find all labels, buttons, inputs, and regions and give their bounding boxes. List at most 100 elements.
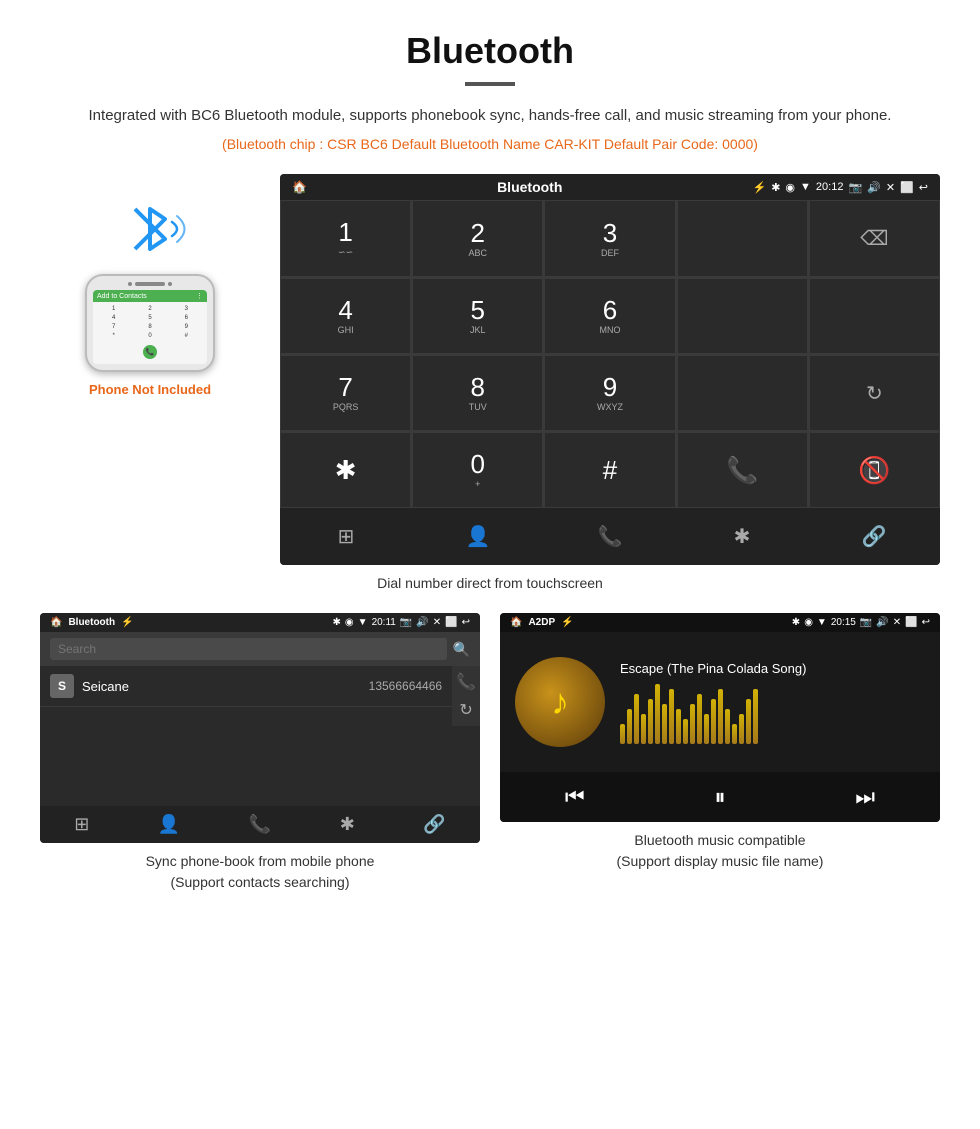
pb-btn-dialpad[interactable]: ⊞ <box>74 814 89 835</box>
bluetooth-status-icon: ✱ <box>771 181 780 194</box>
statusbar-right: ⚡ ✱ ◉ ▼ 20:12 📷 🔊 ✕ ⬜ ↩ <box>753 181 929 194</box>
music-caption: Bluetooth music compatible(Support displ… <box>617 830 824 872</box>
phone-screen: Add to Contacts ⋮ 1 2 3 4 5 6 7 8 <box>93 290 207 364</box>
dialpad-reload[interactable]: ↻ <box>809 355 940 431</box>
dialpad-bottom-bar: ⊞ 👤 📞 ✱ 🔗 <box>280 508 940 565</box>
phone-key-4[interactable]: 4 <box>96 314 131 322</box>
phone-call-btn[interactable]: 📞 <box>143 345 157 359</box>
volume-icon: 🔊 <box>867 181 881 194</box>
pb-app-title: Bluetooth <box>68 617 115 628</box>
pb-home-icon[interactable]: 🏠 <box>50 617 62 628</box>
dialpad-call-red[interactable]: 📵 <box>809 432 940 508</box>
pb-search-input[interactable] <box>50 638 447 660</box>
music-back-icon[interactable]: ↩ <box>922 617 930 628</box>
music-loc-icon: ◉ <box>804 617 813 628</box>
dialpad-key-7[interactable]: 7 PQRS <box>280 355 411 431</box>
dialpad-key-9[interactable]: 9 WXYZ <box>544 355 675 431</box>
music-close-icon[interactable]: ✕ <box>893 617 901 628</box>
visualizer-bar <box>620 724 625 744</box>
phone-key-star[interactable]: * <box>96 332 131 340</box>
back-icon[interactable]: ↩ <box>919 181 928 194</box>
dialpad-key-5[interactable]: 5 JKL <box>412 278 543 354</box>
visualizer-bar <box>732 724 737 744</box>
bluetooth-wave-icon <box>110 194 190 264</box>
phone-btn[interactable]: 📞 <box>544 516 676 557</box>
music-song-title: Escape (The Pina Colada Song) <box>620 661 925 676</box>
pb-btn-bt[interactable]: ✱ <box>340 814 355 835</box>
music-cam-icon: 📷 <box>860 617 872 628</box>
phone-key-5[interactable]: 5 <box>132 314 167 322</box>
pb-back-icon[interactable]: ↩ <box>462 617 470 628</box>
dialpad-key-8[interactable]: 8 TUV <box>412 355 543 431</box>
phone-key-7[interactable]: 7 <box>96 323 131 331</box>
phone-key-3[interactable]: 3 <box>169 305 204 313</box>
phone-speaker <box>135 282 165 286</box>
dialpad-key-6[interactable]: 6 MNO <box>544 278 675 354</box>
camera-icon: 📷 <box>848 181 862 194</box>
dialpad-key-0[interactable]: 0 + <box>412 432 543 508</box>
dialpad-btn[interactable]: ⊞ <box>280 516 412 557</box>
visualizer-bar <box>697 694 702 744</box>
visualizer-bar <box>711 699 716 744</box>
phone-not-included-label: Phone Not Included <box>89 382 211 397</box>
pb-sig-icon: ▼ <box>358 617 368 628</box>
dialpad-call-green[interactable]: 📞 <box>677 432 808 508</box>
link-btn[interactable]: 🔗 <box>808 516 940 557</box>
dialpad-backspace[interactable]: ⌫ <box>809 200 940 277</box>
specs-text: (Bluetooth chip : CSR BC6 Default Blueto… <box>40 136 940 152</box>
dialpad-key-star[interactable]: ✱ <box>280 432 411 508</box>
pb-reload-icon[interactable]: ↻ <box>459 700 472 720</box>
pb-btn-link[interactable]: 🔗 <box>423 814 445 835</box>
dialpad-key-hash[interactable]: # <box>544 432 675 508</box>
dialpad-caption: Dial number direct from touchscreen <box>40 575 940 591</box>
music-bt-icon: ✱ <box>792 617 800 628</box>
music-next-btn[interactable]: ⏭ <box>855 784 875 810</box>
music-statusbar: 🏠 A2DP ⚡ ✱ ◉ ▼ 20:15 📷 🔊 ✕ ⬜ ↩ <box>500 613 940 632</box>
visualizer-bar <box>690 704 695 744</box>
contacts-btn[interactable]: 👤 <box>412 516 544 557</box>
pb-contact-name: Seicane <box>82 679 361 694</box>
pb-btn-phone[interactable]: 📞 <box>249 814 271 835</box>
pb-call-icon[interactable]: 📞 <box>456 672 476 692</box>
visualizer-bar <box>718 689 723 744</box>
visualizer-bar <box>683 719 688 744</box>
phone-key-8[interactable]: 8 <box>132 323 167 331</box>
title-divider <box>465 82 515 86</box>
home-icon[interactable]: 🏠 <box>292 180 307 194</box>
close-icon[interactable]: ✕ <box>886 181 895 194</box>
pb-loc-icon: ◉ <box>345 617 354 628</box>
dialpad-key-2[interactable]: 2 ABC <box>412 200 543 277</box>
music-play-pause-btn[interactable]: ⏸ <box>714 784 725 810</box>
main-screen-area: Add to Contacts ⋮ 1 2 3 4 5 6 7 8 <box>40 174 940 565</box>
music-home-icon[interactable]: 🏠 <box>510 617 522 628</box>
phone-key-2[interactable]: 2 <box>132 305 167 313</box>
music-win-icon[interactable]: ⬜ <box>905 617 917 628</box>
dialpad-key-3[interactable]: 3 DEF <box>544 200 675 277</box>
music-prev-btn[interactable]: ⏮ <box>565 784 585 810</box>
pb-close-icon[interactable]: ✕ <box>433 617 441 628</box>
visualizer-bar <box>739 714 744 744</box>
phone-more-icon: ⋮ <box>196 292 203 300</box>
phone-key-6[interactable]: 6 <box>169 314 204 322</box>
dialpad-key-1[interactable]: 1 ∽∽ <box>280 200 411 277</box>
dialpad-key-4[interactable]: 4 GHI <box>280 278 411 354</box>
pb-statusbar: 🏠 Bluetooth ⚡ ✱ ◉ ▼ 20:11 📷 🔊 ✕ ⬜ ↩ <box>40 613 480 632</box>
pb-bottom-bar: ⊞ 👤 📞 ✱ 🔗 <box>40 806 480 843</box>
window-icon[interactable]: ⬜ <box>900 181 914 194</box>
pb-win-icon[interactable]: ⬜ <box>445 617 457 628</box>
pb-statusbar-right: ✱ ◉ ▼ 20:11 📷 🔊 ✕ ⬜ ↩ <box>333 617 470 628</box>
page-title: Bluetooth <box>40 30 940 72</box>
pb-btn-contacts[interactable]: 👤 <box>158 814 180 835</box>
phone-key-hash[interactable]: # <box>169 332 204 340</box>
visualizer-bar <box>725 709 730 744</box>
phone-key-1[interactable]: 1 <box>96 305 131 313</box>
visualizer-bar <box>641 714 646 744</box>
pb-search-icon: 🔍 <box>453 641 470 658</box>
statusbar-title: Bluetooth <box>497 179 562 195</box>
pb-contact-seicane[interactable]: S Seicane 13566664466 <box>40 666 452 707</box>
visualizer-bar <box>648 699 653 744</box>
music-statusbar-left: 🏠 A2DP ⚡ <box>510 617 574 628</box>
phone-key-9[interactable]: 9 <box>169 323 204 331</box>
bt-btn[interactable]: ✱ <box>676 516 808 557</box>
phone-key-0[interactable]: 0 <box>132 332 167 340</box>
